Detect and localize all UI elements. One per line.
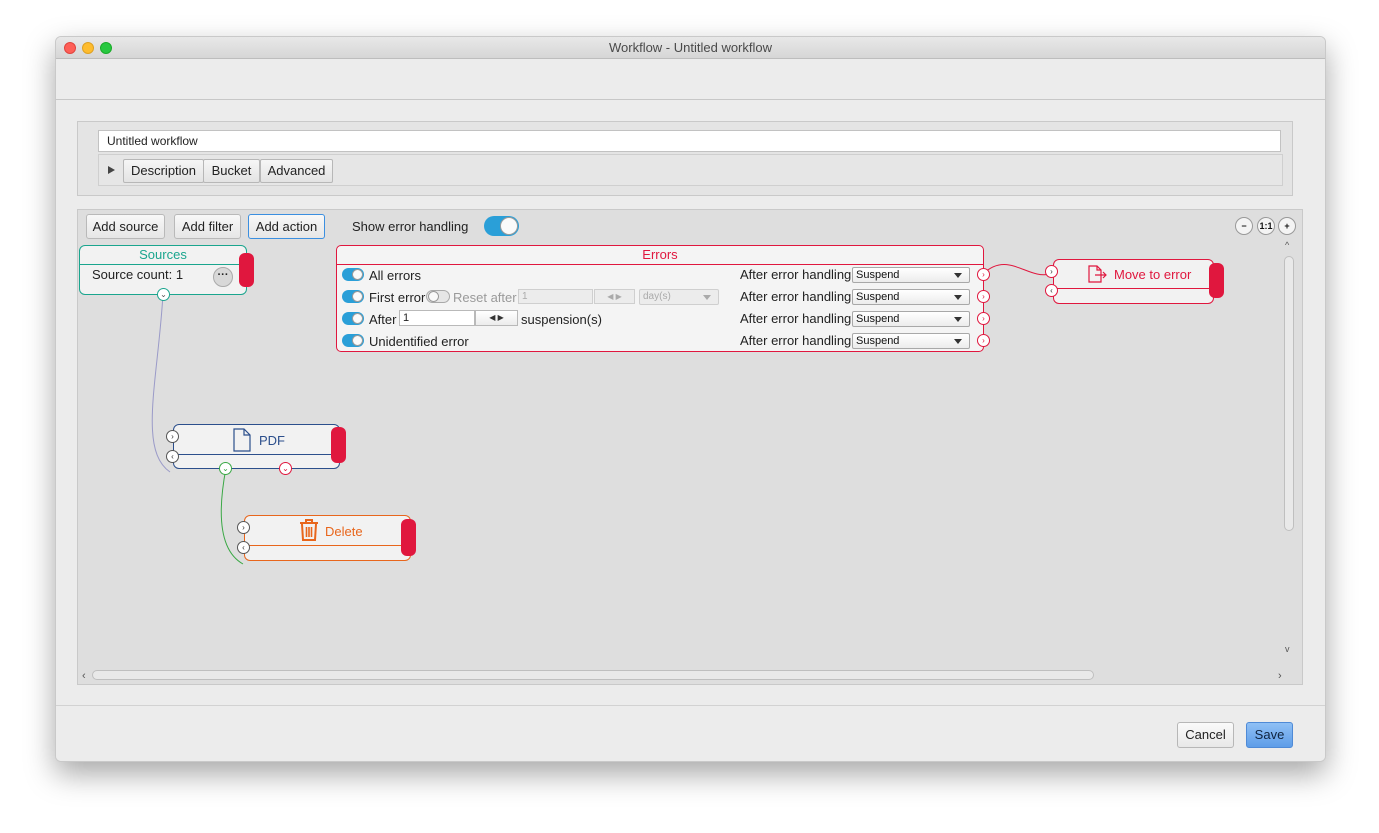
all-errors-action-select[interactable]: Suspend [852, 267, 970, 283]
pdf-return-port[interactable]: ‹ [166, 450, 179, 463]
dialog-footer: Cancel Save [56, 705, 1325, 761]
pdf-node[interactable]: PDF [173, 424, 340, 469]
sources-error-port[interactable] [239, 253, 254, 287]
save-button[interactable]: Save [1246, 722, 1293, 748]
sources-more-button[interactable]: ··· [213, 267, 233, 287]
move-to-error-label: Move to error [1114, 267, 1192, 282]
sources-output-port[interactable]: ⌄ [157, 288, 170, 301]
after-error-handling-label-3: After error handling [740, 311, 852, 326]
scroll-left-arrow[interactable]: ‹ [82, 670, 86, 682]
close-window-button[interactable] [64, 42, 76, 54]
reset-after-input[interactable]: 1 [518, 289, 593, 304]
scroll-up-arrow[interactable]: ^ [1285, 240, 1289, 250]
first-error-label: First error [369, 290, 426, 305]
minimize-window-button[interactable] [82, 42, 94, 54]
errors-panel: Errors All errors After error handling S… [336, 245, 990, 352]
workflow-canvas[interactable]: Add source Add filter Add action Show er… [77, 209, 1303, 685]
unidentified-error-output-port[interactable]: › [977, 334, 990, 347]
all-errors-output-port[interactable]: › [977, 268, 990, 281]
tab-description[interactable]: Description [123, 159, 204, 183]
document-icon [233, 428, 251, 452]
pdf-error-port[interactable] [331, 427, 346, 463]
source-count-label: Source count: 1 [92, 267, 184, 282]
suspensions-action-select[interactable]: Suspend [852, 311, 970, 327]
horizontal-scroll-thumb[interactable] [92, 670, 1094, 680]
scroll-down-arrow[interactable]: v [1285, 644, 1290, 654]
move-to-error-node[interactable]: Move to error [1053, 259, 1214, 304]
reset-after-label: Reset after [453, 290, 517, 305]
all-errors-label: All errors [369, 268, 422, 283]
move-to-error-input-port[interactable]: › [1045, 265, 1058, 278]
errors-title: Errors [337, 246, 983, 265]
trash-icon [300, 519, 318, 541]
after-error-handling-label-1: After error handling [740, 267, 852, 282]
sources-node[interactable]: Sources Source count: 1 ··· ⌄ [79, 245, 247, 301]
suspension-count-stepper[interactable]: ◀ ▶ [475, 310, 518, 326]
first-error-toggle[interactable] [342, 290, 364, 303]
tab-bucket[interactable]: Bucket [203, 159, 260, 183]
vertical-scrollbar[interactable]: ^ v [1284, 240, 1294, 655]
pdf-success-port[interactable]: ⌄ [219, 462, 232, 475]
after-error-handling-label-2: After error handling [740, 289, 852, 304]
unidentified-error-action-select[interactable]: Suspend [852, 333, 970, 349]
properties-tab-row: Description Bucket Advanced [98, 154, 1283, 186]
suspension-count-input[interactable]: 1 [399, 310, 475, 326]
zoom-window-button[interactable] [100, 42, 112, 54]
suspensions-output-port[interactable]: › [977, 312, 990, 325]
workflow-window: Workflow - Untitled workflow Untitled wo… [55, 36, 1326, 762]
unidentified-error-label: Unidentified error [369, 334, 469, 349]
suspensions-label: suspension(s) [521, 312, 602, 327]
reset-unit-select[interactable]: day(s) [639, 289, 719, 305]
pdf-input-port[interactable]: › [166, 430, 179, 443]
move-to-error-error-port[interactable] [1209, 263, 1224, 298]
cancel-button[interactable]: Cancel [1177, 722, 1234, 748]
delete-return-port[interactable]: ‹ [237, 541, 250, 554]
all-errors-toggle[interactable] [342, 268, 364, 281]
after-error-handling-label-4: After error handling [740, 333, 852, 348]
first-error-output-port[interactable]: › [977, 290, 990, 303]
expand-triangle-icon[interactable] [108, 166, 115, 174]
unidentified-error-toggle[interactable] [342, 334, 364, 347]
pdf-label: PDF [259, 433, 285, 448]
after-label: After [369, 312, 397, 327]
title-bar: Workflow - Untitled workflow [56, 37, 1325, 59]
move-to-error-return-port[interactable]: ‹ [1045, 284, 1058, 297]
delete-node[interactable]: Delete [244, 515, 411, 561]
delete-input-port[interactable]: › [237, 521, 250, 534]
delete-label: Delete [325, 524, 363, 539]
scroll-right-arrow[interactable]: › [1278, 670, 1282, 682]
window-title: Workflow - Untitled workflow [608, 40, 773, 55]
delete-error-port[interactable] [401, 519, 416, 556]
tab-advanced[interactable]: Advanced [260, 159, 333, 183]
workflow-name-input[interactable]: Untitled workflow [98, 130, 1281, 152]
vertical-scroll-thumb[interactable] [1284, 256, 1294, 531]
reset-after-toggle[interactable] [426, 290, 450, 303]
reset-after-stepper[interactable]: ◀ ▶ [594, 289, 635, 304]
move-file-icon [1088, 265, 1107, 283]
after-suspensions-toggle[interactable] [342, 312, 364, 325]
first-error-action-select[interactable]: Suspend [852, 289, 970, 305]
workflow-properties-panel: Untitled workflow Description Bucket Adv… [77, 121, 1293, 196]
top-strip [56, 59, 1325, 100]
sources-title: Sources [80, 246, 246, 265]
pdf-fail-port[interactable]: ⌄ [279, 462, 292, 475]
